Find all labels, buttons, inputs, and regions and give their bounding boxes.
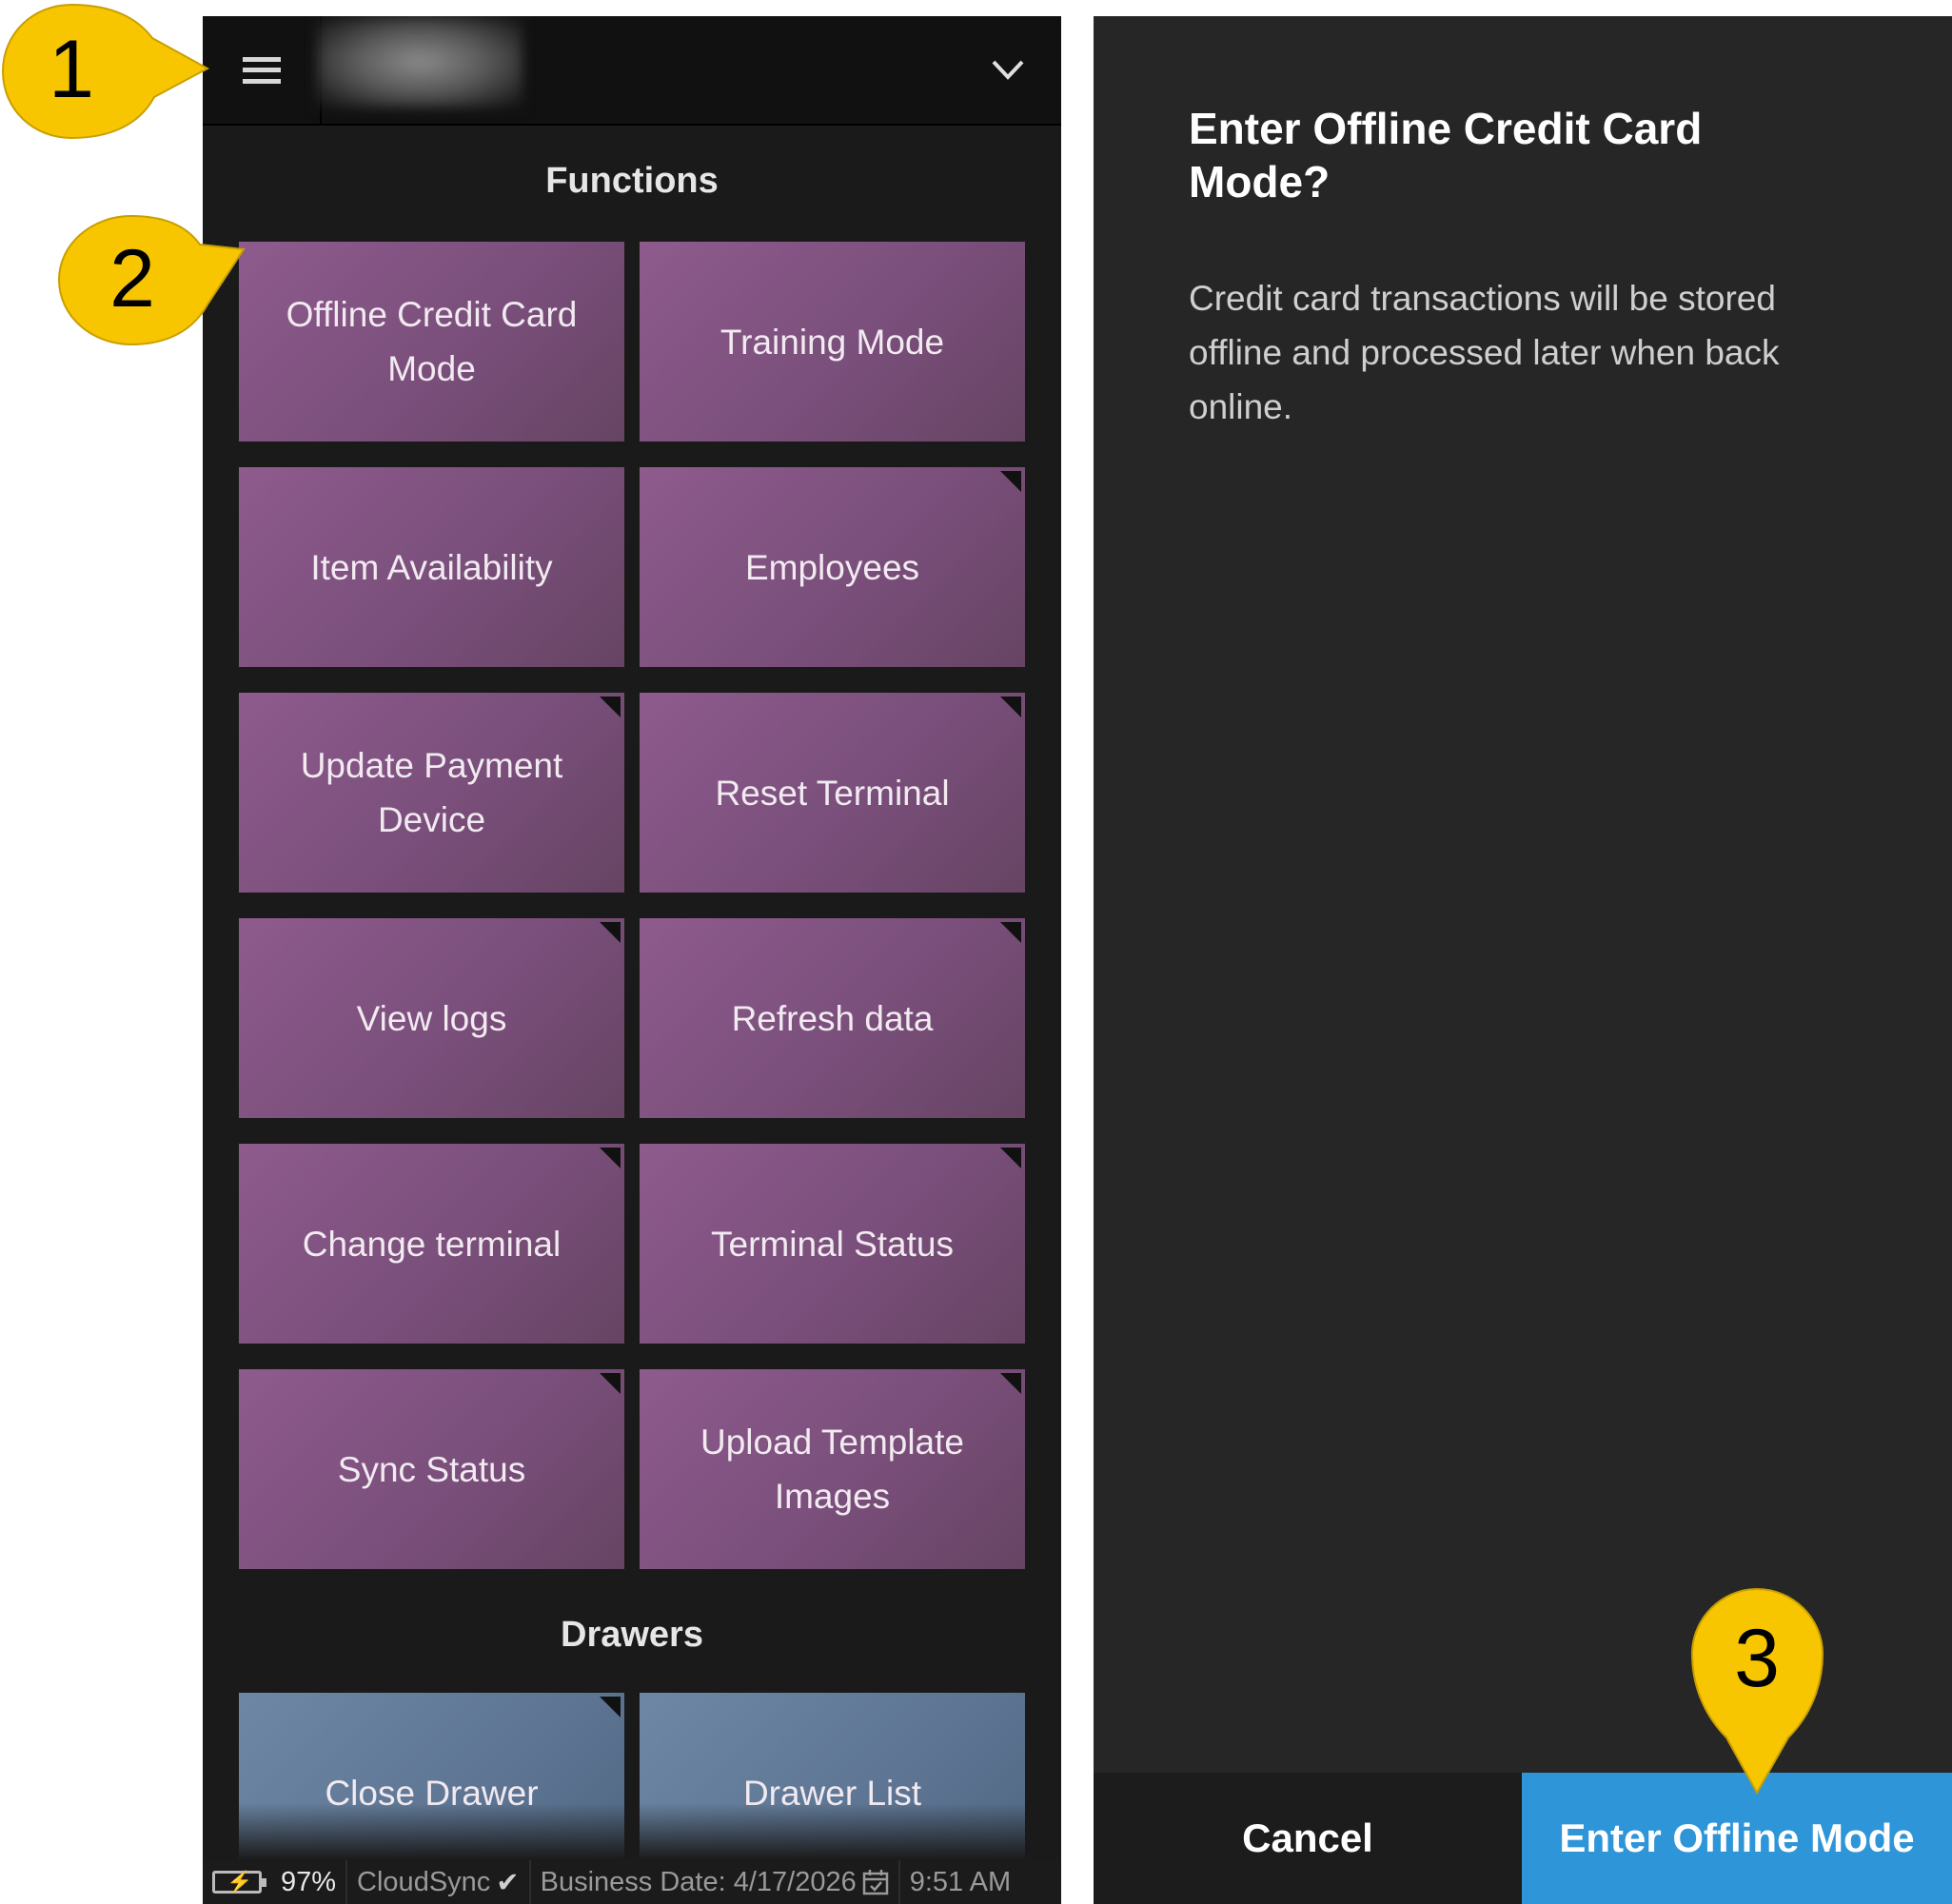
callout-2: 2 [55, 211, 246, 349]
tile-upload-template-images[interactable]: Upload Template Images [640, 1369, 1025, 1569]
tile-employees[interactable]: Employees [640, 467, 1025, 667]
tile-update-payment-device[interactable]: Update Payment Device [239, 693, 624, 893]
submenu-corner-icon [600, 697, 621, 717]
tile-label: Reset Terminal [715, 773, 950, 813]
tile-reset-terminal[interactable]: Reset Terminal [640, 693, 1025, 893]
tile-label: Sync Status [337, 1449, 526, 1489]
submenu-corner-icon [600, 922, 621, 943]
cloud-sync-status: CloudSync ✔ [347, 1860, 531, 1904]
tile-training-mode[interactable]: Training Mode [640, 242, 1025, 442]
callout-3-number: 3 [1734, 1613, 1780, 1704]
dialog-title: Enter Offline Credit Card Mode? [1189, 104, 1703, 206]
tile-view-logs[interactable]: View logs [239, 918, 624, 1118]
functions-screen: Functions Offline Credit Card Mode Traini… [203, 16, 1061, 1904]
submenu-corner-icon [600, 1697, 621, 1718]
hamburger-icon [242, 56, 281, 84]
battery-percent: 97% [281, 1866, 337, 1897]
tile-sync-status[interactable]: Sync Status [239, 1369, 624, 1569]
calendar-icon [862, 1870, 888, 1895]
tile-item-availability[interactable]: Item Availability [239, 467, 624, 667]
callout-2-number: 2 [109, 233, 155, 324]
tile-label: Upload Template Images [700, 1423, 964, 1516]
tile-label: Drawer List [742, 1773, 922, 1813]
callout-3: 3 [1688, 1585, 1826, 1796]
tile-label: View logs [356, 998, 507, 1038]
blurred-logo [317, 16, 523, 108]
chevron-down-icon[interactable] [991, 52, 1025, 87]
tile-label: Update Payment Device [300, 746, 563, 839]
tile-label: Employees [744, 547, 920, 587]
callout-1-number: 1 [49, 24, 94, 115]
business-date-label: Business Date: 4/17/2026 [540, 1866, 857, 1897]
tile-label: Change terminal [302, 1224, 562, 1264]
tile-label: Terminal Status [711, 1224, 954, 1264]
battery-status: ⚡ 97% [203, 1860, 348, 1904]
tile-change-terminal[interactable]: Change terminal [239, 1144, 624, 1344]
battery-icon: ⚡ [212, 1871, 266, 1894]
time-label: 9:51 AM [909, 1866, 1012, 1897]
submenu-corner-icon [1000, 1373, 1021, 1394]
submenu-corner-icon [1000, 1148, 1021, 1168]
tile-terminal-status[interactable]: Terminal Status [640, 1144, 1025, 1344]
business-date-status: Business Date: 4/17/2026 [531, 1860, 900, 1904]
functions-heading: Functions [545, 161, 719, 201]
submenu-corner-icon [1000, 471, 1021, 492]
submenu-corner-icon [1000, 922, 1021, 943]
status-bar: ⚡ 97% CloudSync ✔ Business Date: 4/17/20… [203, 1860, 1061, 1904]
dialog-message: Credit card transactions will be stored … [1189, 279, 1780, 426]
submenu-corner-icon [600, 1373, 621, 1394]
drawers-heading: Drawers [561, 1615, 703, 1655]
callout-1: 1 [0, 0, 214, 143]
submenu-corner-icon [600, 1148, 621, 1168]
checkmark-icon: ✔ [496, 1867, 520, 1898]
tile-label: Close Drawer [325, 1773, 539, 1813]
screenshot-canvas: Functions Offline Credit Card Mode Traini… [0, 0, 1952, 1904]
hamburger-menu-button[interactable] [203, 16, 322, 124]
cloud-sync-label: CloudSync [357, 1866, 491, 1897]
submenu-corner-icon [1000, 697, 1021, 717]
tile-label: Offline Credit Card Mode [286, 295, 578, 388]
tile-label: Refresh data [731, 998, 934, 1038]
tile-refresh-data[interactable]: Refresh data [640, 918, 1025, 1118]
time-status: 9:51 AM [900, 1860, 1020, 1904]
tile-label: Item Availability [310, 547, 553, 587]
tile-offline-credit-card-mode[interactable]: Offline Credit Card Mode [239, 242, 624, 442]
top-bar [203, 16, 1061, 126]
tile-label: Training Mode [720, 322, 945, 362]
cancel-button[interactable]: Cancel [1094, 1773, 1522, 1904]
